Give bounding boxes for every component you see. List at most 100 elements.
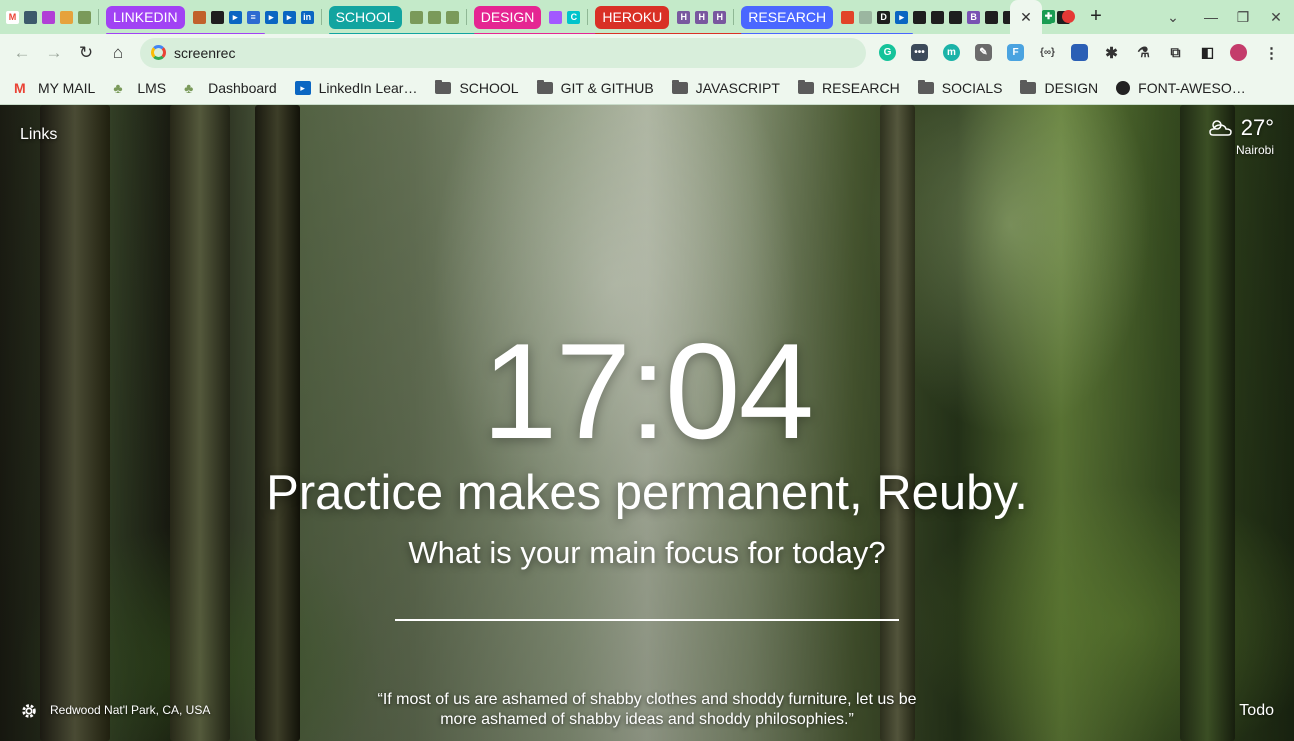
greeting: Practice makes permanent, Reuby. (266, 466, 1028, 520)
bookmarks-bar: M MY MAIL ♣ LMS ♣ Dashboard ▸ LinkedIn L… (0, 72, 1294, 105)
tab-icon[interactable] (192, 10, 206, 24)
close-tab-icon[interactable]: ✕ (1020, 9, 1032, 26)
github-icon (1116, 81, 1131, 95)
folder-icon (435, 80, 452, 94)
tab-icon[interactable] (985, 10, 999, 24)
linkedin-tab-icon[interactable]: in (300, 10, 314, 24)
tree-tab-icon[interactable] (445, 10, 459, 24)
gear-icon[interactable] (20, 702, 38, 720)
close-window-icon[interactable]: ✕ (1266, 7, 1286, 27)
bootstrap-tab-icon[interactable]: B (967, 10, 981, 24)
active-tab[interactable]: ✕ (1010, 0, 1042, 34)
bookmark-lms[interactable]: ♣ LMS (113, 80, 166, 96)
tab-group-linkedin[interactable]: LINKEDIN (106, 5, 264, 35)
linkedin-learning-tab-icon[interactable]: ▸ (228, 10, 242, 24)
tree-tab-icon[interactable] (78, 10, 91, 24)
docs-tab-icon[interactable]: ≡ (246, 10, 260, 24)
tab-divider (465, 9, 467, 25)
extension-icon[interactable]: ••• (911, 44, 928, 61)
focus-input[interactable] (395, 581, 899, 621)
heroku-tab-icon[interactable]: H (713, 10, 727, 24)
linkedin-learning-tab-icon[interactable]: ▸ (264, 10, 278, 24)
heroku-tab-icon[interactable]: H (695, 10, 709, 24)
extension-icon[interactable]: F (1007, 44, 1024, 61)
bookmark-font-awesome[interactable]: FONT-AWESO… (1116, 80, 1246, 96)
grammarly-icon[interactable]: G (879, 44, 896, 61)
tab-divider (98, 9, 99, 25)
bookmark-folder-school[interactable]: SCHOOL (435, 80, 519, 96)
gmail-tab-icon[interactable]: M (6, 10, 19, 24)
extensions-puzzle-icon[interactable]: ✱ (1103, 44, 1120, 62)
bookmark-folder-research[interactable]: RESEARCH (797, 80, 900, 96)
bookmark-label: GIT & GITHUB (560, 80, 654, 96)
lab-flask-icon[interactable]: ⚗ (1135, 44, 1152, 61)
weather-temperature: 27° (1240, 115, 1274, 140)
tab-group-heroku[interactable]: HEROKU (595, 5, 750, 35)
linkedin-learning-tab-icon[interactable]: ▸ (895, 10, 909, 24)
github-tab-icon[interactable] (913, 10, 927, 24)
forward-arrow-icon[interactable]: → (44, 43, 64, 63)
back-arrow-icon[interactable]: ← (12, 43, 32, 63)
tab-group-research[interactable]: RESEARCH (741, 5, 913, 35)
bookmark-linkedin-learning[interactable]: ▸ LinkedIn Lear… (294, 80, 417, 96)
json-viewer-icon[interactable]: {∞} (1039, 44, 1056, 61)
tab-icon[interactable] (42, 10, 55, 24)
google-icon (151, 45, 166, 60)
home-icon[interactable]: ⌂ (108, 43, 128, 63)
cast-icon[interactable]: ⧉ (1167, 44, 1184, 61)
tab-list: M LINKEDIN ▸ ≡ ▸ ▸ in SCHOOL DESIGN C HE… (6, 5, 1071, 35)
reload-icon[interactable]: ↻ (76, 43, 96, 63)
github-tab-icon[interactable] (949, 10, 963, 24)
side-panel-icon[interactable]: ◧ (1199, 44, 1216, 61)
address-bar-text[interactable]: screenrec (174, 45, 235, 61)
extension-icon[interactable]: m (943, 44, 960, 61)
linkedin-learning-tab-icon[interactable]: ▸ (282, 10, 296, 24)
tab-strip: M LINKEDIN ▸ ≡ ▸ ▸ in SCHOOL DESIGN C HE… (0, 0, 1294, 35)
tab-icon[interactable] (859, 10, 873, 24)
todo-button[interactable]: Todo (1239, 702, 1274, 720)
bookmark-label: DESIGN (1044, 80, 1099, 96)
new-tab-button[interactable]: + (1086, 6, 1106, 26)
tree-tab-icon[interactable] (409, 10, 423, 24)
minimize-icon[interactable]: — (1201, 7, 1221, 27)
tab-icon[interactable] (60, 10, 73, 24)
bookmark-dashboard[interactable]: ♣ Dashboard (184, 80, 277, 96)
record-tab-icon[interactable] (1062, 10, 1075, 23)
menu-kebab-icon[interactable]: ⋮ (1263, 44, 1280, 62)
dev-tab-icon[interactable]: D (877, 10, 891, 24)
bookmark-label: RESEARCH (821, 80, 900, 96)
eyedropper-icon[interactable]: ✎ (975, 44, 992, 61)
tab-icon[interactable] (210, 10, 224, 24)
heroku-tab-icon[interactable]: H (677, 10, 691, 24)
tab-icon[interactable]: ✚ (1042, 10, 1055, 23)
partly-cloudy-icon (1208, 120, 1232, 136)
bookmark-folder-git-github[interactable]: GIT & GITHUB (536, 80, 654, 96)
gmail-icon: M (14, 80, 26, 96)
momentum-dashboard: Links 27° Nairobi 17:04 Practice makes p… (0, 105, 1294, 741)
restore-icon[interactable]: ❐ (1233, 7, 1253, 27)
tab-divider (733, 9, 735, 25)
canva-tab-icon[interactable]: C (567, 10, 581, 24)
bookmark-label: SOCIALS (941, 80, 1003, 96)
bookmark-folder-javascript[interactable]: JAVASCRIPT (671, 80, 780, 96)
photo-location[interactable]: Redwood Nat'l Park, CA, USA (50, 703, 210, 717)
tab-icon[interactable] (24, 10, 37, 24)
folder-icon (917, 80, 934, 94)
tab-group-design[interactable]: DESIGN (473, 5, 621, 35)
extension-icon[interactable] (1071, 44, 1088, 61)
focus-prompt: What is your main focus for today? (408, 535, 886, 570)
tab-icon[interactable] (931, 10, 945, 24)
tab-search-icon[interactable]: ⌄ (1163, 7, 1183, 27)
tree-tab-icon[interactable] (427, 10, 441, 24)
bookmark-label: FONT-AWESO… (1138, 80, 1246, 96)
profile-avatar[interactable] (1230, 44, 1247, 61)
figma-tab-icon[interactable] (549, 10, 563, 24)
bookmark-my-mail[interactable]: M MY MAIL (14, 80, 95, 96)
links-button[interactable]: Links (20, 126, 57, 144)
bookmark-folder-socials[interactable]: SOCIALS (917, 80, 1003, 96)
tab-group-school[interactable]: SCHOOL (328, 5, 482, 35)
bookmark-folder-design[interactable]: DESIGN (1020, 80, 1098, 96)
address-bar[interactable]: screenrec (140, 38, 866, 68)
tab-icon[interactable] (841, 10, 855, 24)
weather-widget[interactable]: 27° Nairobi (1207, 115, 1274, 157)
